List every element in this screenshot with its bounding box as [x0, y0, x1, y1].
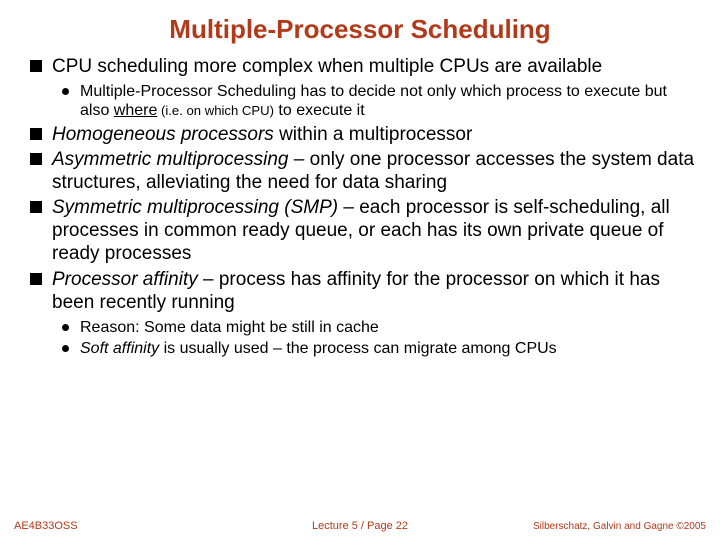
slide-title: Multiple-Processor Scheduling — [0, 0, 720, 55]
slide-content: CPU scheduling more complex when multipl… — [0, 55, 720, 358]
footer-right: Silberschatz, Galvin and Gagne ©2005 — [533, 521, 706, 532]
term: Asymmetric multiprocessing — [52, 149, 289, 170]
term: Symmetric multiprocessing (SMP) — [52, 197, 338, 218]
term: Homogeneous processors — [52, 124, 274, 145]
bullet-symmetric: Symmetric multiprocessing (SMP) – each p… — [30, 196, 700, 266]
bullet-affinity: Processor affinity – process has affinit… — [30, 268, 700, 359]
text: to execute it — [274, 102, 365, 119]
term: Soft affinity — [80, 340, 159, 357]
text: within a multiprocessor — [274, 124, 473, 145]
slide-footer: AE4B33OSS Lecture 5 / Page 22 Silberscha… — [0, 520, 720, 532]
text-underline: where — [114, 102, 158, 119]
bullet-asymmetric: Asymmetric multiprocessing – only one pr… — [30, 148, 700, 194]
footer-center: Lecture 5 / Page 22 — [312, 520, 408, 532]
bullet-text: CPU scheduling more complex when multipl… — [52, 56, 602, 77]
footer-left: AE4B33OSS — [14, 520, 78, 532]
bullet-cpu-complex: CPU scheduling more complex when multipl… — [30, 55, 700, 121]
sub-bullet-reason: Reason: Some data might be still in cach… — [58, 318, 700, 337]
text: is usually used – the process can migrat… — [159, 340, 557, 357]
sub-bullet-decide: Multiple-Processor Scheduling has to dec… — [58, 82, 700, 120]
bullet-homogeneous: Homogeneous processors within a multipro… — [30, 123, 700, 146]
sub-bullet-soft-affinity: Soft affinity is usually used – the proc… — [58, 339, 700, 358]
text-small: (i.e. on which CPU) — [157, 103, 274, 118]
term: Processor affinity — [52, 269, 198, 290]
